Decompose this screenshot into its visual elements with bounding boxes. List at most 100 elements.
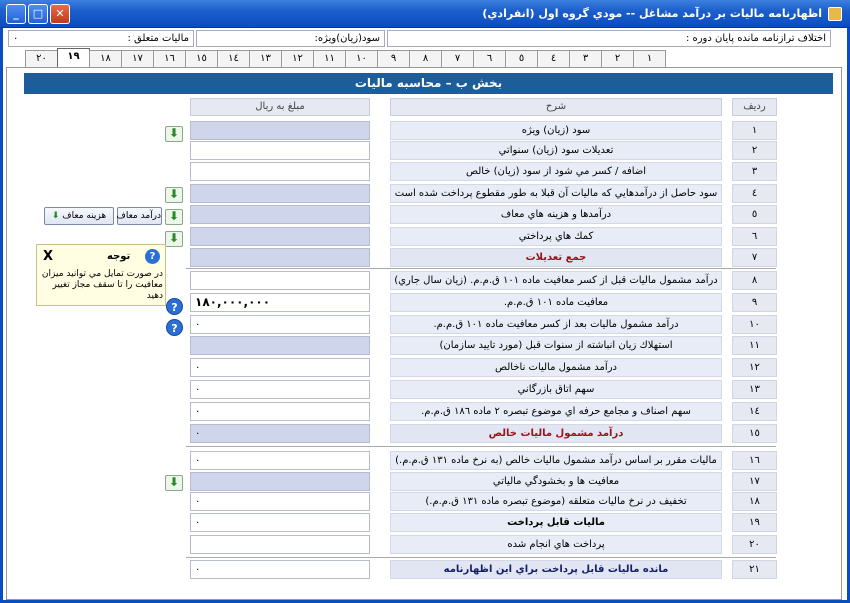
tab-9[interactable]: ٩ <box>377 50 410 68</box>
row-number: ٣ <box>732 162 777 181</box>
row-number: ٢٠ <box>732 535 777 554</box>
tab-18[interactable]: ١٨ <box>89 50 122 68</box>
amount-field[interactable]: ٠ <box>190 424 370 443</box>
tab-17[interactable]: ١٧ <box>121 50 154 68</box>
tax-field: ماليات متعلق : ٠ <box>8 30 194 47</box>
amount-field[interactable]: ٠ <box>190 402 370 421</box>
tooltip-box: X توجه ? در صورت تمايل مي توانيد ميزان م… <box>36 244 166 306</box>
tab-5[interactable]: ٥ <box>505 50 538 68</box>
row-description: معافيت ماده ١٠١ ق.م.م. <box>390 293 722 312</box>
row-description: ماليات قابل پرداخت <box>390 513 722 532</box>
row-number: ٨ <box>732 271 777 290</box>
tooltip-close-icon[interactable]: X <box>43 249 53 264</box>
arrow-down-icon[interactable]: ⬇ <box>165 475 183 491</box>
tab-15[interactable]: ١٥ <box>185 50 218 68</box>
tab-10[interactable]: ١٠ <box>345 50 378 68</box>
row-description: سود (زيان) ويژه <box>390 121 722 140</box>
row-number: ٢ <box>732 141 777 160</box>
amount-field[interactable]: ٠ <box>190 492 370 511</box>
row-number: ٦ <box>732 227 777 246</box>
amount-field[interactable] <box>190 227 370 246</box>
tab-4[interactable]: ٤ <box>537 50 570 68</box>
row-number: ٢١ <box>732 560 777 579</box>
tab-7[interactable]: ٧ <box>441 50 474 68</box>
amount-field[interactable]: ١٨٠,٠٠٠,٠٠٠ <box>190 293 370 312</box>
row-description: استهلاك زيان انباشته از سنوات قبل (مورد … <box>390 336 722 355</box>
tab-20[interactable]: ٢٠ <box>25 50 58 68</box>
arrow-down-icon[interactable]: ⬇ <box>165 231 183 247</box>
tab-3[interactable]: ٣ <box>569 50 602 68</box>
question-icon[interactable]: ? <box>166 298 183 315</box>
amount-field[interactable] <box>190 205 370 224</box>
amount-field[interactable]: ٠ <box>190 560 370 579</box>
arrow-down-icon: ⬇ <box>51 211 60 221</box>
row-number: ٩ <box>732 293 777 312</box>
row-number: ١١ <box>732 336 777 355</box>
row-number: ١٦ <box>732 451 777 470</box>
row-description: سهم اصناف و مجامع حرفه اي موضوع تبصره ٢ … <box>390 402 722 421</box>
row-description: پرداخت هاي انجام شده <box>390 535 722 554</box>
row-number: ١٧ <box>732 472 777 491</box>
row-number: ١٣ <box>732 380 777 399</box>
app-icon <box>828 7 842 21</box>
col-desc: شرح <box>390 98 722 116</box>
tab-1[interactable]: ١ <box>633 50 666 68</box>
tab-8[interactable]: ٨ <box>409 50 442 68</box>
title-bar: اظهارنامه ماليات بر درآمد مشاغل -- مودي … <box>0 0 850 28</box>
amount-field[interactable] <box>190 141 370 160</box>
row-description: درآمد مشمول ماليات بعد از كسر معافيت ماد… <box>390 315 722 334</box>
amount-field[interactable] <box>190 535 370 554</box>
tab-19[interactable]: ١٩ <box>57 48 90 68</box>
row-description: سهم اتاق بازرگاني <box>390 380 722 399</box>
amount-field[interactable] <box>190 248 370 267</box>
row-number: ٤ <box>732 184 777 203</box>
amount-field[interactable] <box>190 121 370 140</box>
tooltip-header: X توجه ? <box>37 249 165 265</box>
amount-field[interactable] <box>190 472 370 491</box>
row-description: معافيت ها و بخشودگي مالياتي <box>390 472 722 491</box>
arrow-down-icon[interactable]: ⬇ <box>165 209 183 225</box>
row-description: سود حاصل از درآمدهايي كه ماليات آن قبلا … <box>390 184 722 203</box>
separator <box>186 557 776 558</box>
amount-field[interactable] <box>190 184 370 203</box>
arrow-down-icon[interactable]: ⬇ <box>165 187 183 203</box>
amount-field[interactable]: ٠ <box>190 451 370 470</box>
amount-field[interactable]: ٠ <box>190 358 370 377</box>
row-description: درآمد مشمول ماليات قبل از كسر معافيت ماد… <box>390 271 722 290</box>
question-icon: ? <box>145 249 160 264</box>
tab-16[interactable]: ١٦ <box>153 50 186 68</box>
row-description: مانده ماليات قابل پرداخت براي اين اظهارن… <box>390 560 722 579</box>
arrow-down-icon[interactable]: ⬇ <box>165 126 183 142</box>
question-icon[interactable]: ? <box>166 319 183 336</box>
separator <box>186 446 776 447</box>
row-number: ١٠ <box>732 315 777 334</box>
minimize-button[interactable]: _ <box>6 4 26 24</box>
row-description: درآمد مشمول ماليات ناخالص <box>390 358 722 377</box>
tooltip-title: توجه <box>107 251 131 262</box>
amount-field[interactable] <box>190 336 370 355</box>
row-number: ١٤ <box>732 402 777 421</box>
row-number: ١٥ <box>732 424 777 443</box>
tab-2[interactable]: ٢ <box>601 50 634 68</box>
amount-field[interactable] <box>190 162 370 181</box>
exempt-expense-button[interactable]: هزينه معاف ⬇ <box>44 207 114 225</box>
row-number: ١ <box>732 121 777 140</box>
tab-12[interactable]: ١٢ <box>281 50 314 68</box>
row-number: ٥ <box>732 205 777 224</box>
maximize-button[interactable]: □ <box>28 4 48 24</box>
amount-field[interactable] <box>190 271 370 290</box>
tab-13[interactable]: ١٣ <box>249 50 282 68</box>
balance-diff-field: اختلاف ترازنامه مانده پايان دوره : <box>387 30 831 47</box>
row-description: ماليات مقرر بر اساس درآمد مشمول ماليات خ… <box>390 451 722 470</box>
tab-14[interactable]: ١٤ <box>217 50 250 68</box>
exempt-income-button[interactable]: درآمد معاف ⬇ <box>106 207 162 225</box>
tab-11[interactable]: ١١ <box>313 50 346 68</box>
tab-6[interactable]: ٦ <box>473 50 506 68</box>
amount-field[interactable]: ٠ <box>190 513 370 532</box>
tooltip-body: در صورت تمايل مي توانيد ميزان معافيت را … <box>41 269 163 301</box>
profit-field: سود(زيان)ويژه: <box>196 30 385 47</box>
close-button[interactable]: ✕ <box>50 4 70 24</box>
row-number: ١٩ <box>732 513 777 532</box>
amount-field[interactable]: ٠ <box>190 315 370 334</box>
amount-field[interactable]: ٠ <box>190 380 370 399</box>
